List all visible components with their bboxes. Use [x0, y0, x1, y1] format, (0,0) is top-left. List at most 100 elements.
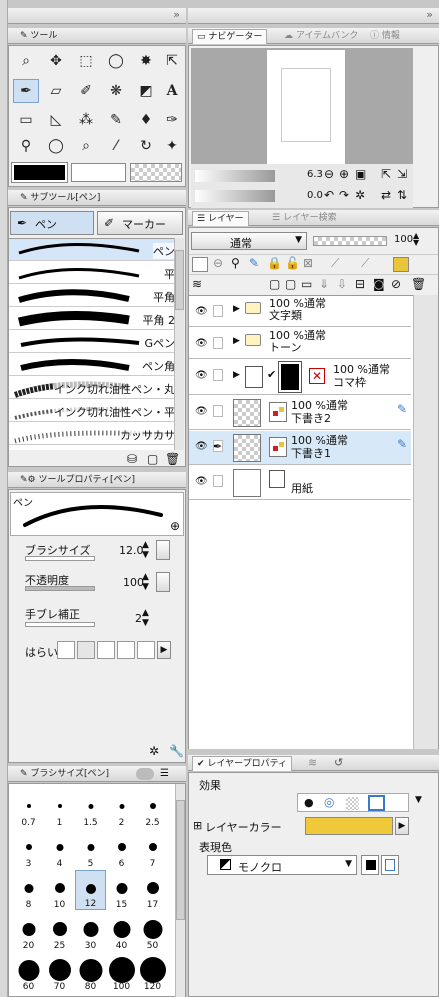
zoom-tool-icon[interactable]: ⌕: [13, 49, 39, 73]
new-subtool-icon[interactable]: ▢: [147, 452, 158, 466]
tab-layer-search[interactable]: ☰ レイヤー検索: [268, 211, 337, 226]
mask-disabled-icon[interactable]: ✕: [309, 368, 325, 384]
layer-opacity-stepper-icon[interactable]: ▲ ▼: [413, 232, 419, 247]
brush-item[interactable]: Gペン: [9, 331, 181, 353]
subtool-group-pen[interactable]: ✒ ペン: [10, 211, 94, 235]
subtool-group-marker[interactable]: ✐ マーカー: [97, 211, 183, 235]
eye-icon[interactable]: 👁: [195, 441, 208, 452]
brush-size-cell[interactable]: 25: [44, 911, 75, 951]
brush-size-cell[interactable]: 40: [106, 911, 137, 951]
shape-tool-icon[interactable]: ⚲: [13, 134, 39, 158]
layer-color-swatch[interactable]: [305, 817, 393, 835]
eye-icon[interactable]: 👁: [195, 370, 208, 381]
speech-balloon-icon[interactable]: ◯: [43, 134, 69, 158]
taper-box-1[interactable]: [57, 641, 75, 659]
stabilization-stepper-icon[interactable]: ▲ ▼: [142, 608, 149, 628]
brush-item[interactable]: インク切れ油性ペン・平: [9, 400, 181, 422]
taper-box-2[interactable]: [77, 641, 95, 659]
taper-box-5[interactable]: [137, 641, 155, 659]
brush-size-cell[interactable]: 3: [13, 829, 44, 869]
expand-triangle-icon[interactable]: ▶: [233, 304, 240, 314]
combine-down-icon[interactable]: ⇩: [337, 277, 347, 291]
brush-size-cell[interactable]: 2.5: [137, 788, 168, 828]
layer-row[interactable]: 👁 ▶ 100 %通常 文字類: [189, 296, 411, 327]
balloon-icon[interactable]: ✎: [103, 108, 129, 132]
brush-tool-icon[interactable]: ✐: [73, 79, 99, 103]
collapse-arrows-icon[interactable]: »: [173, 8, 180, 21]
brush-size-cell[interactable]: 6: [106, 829, 137, 869]
fit-screen-icon[interactable]: ▣: [355, 167, 366, 181]
brush-size-cell[interactable]: 50: [137, 911, 168, 951]
apply-mask-icon[interactable]: ⊘: [391, 277, 401, 291]
clip-lower-icon[interactable]: ⊟: [355, 277, 365, 291]
text-tool-icon[interactable]: A: [159, 79, 185, 103]
brush-size-cell[interactable]: 2: [106, 788, 137, 828]
brush-size-cell[interactable]: 15: [106, 870, 137, 910]
blend-tool-icon[interactable]: ✑: [159, 108, 185, 132]
tab-layer-property[interactable]: ✔ レイヤープロパティ: [192, 756, 293, 771]
brush-size-cell[interactable]: 8: [13, 870, 44, 910]
flip-vertical-icon[interactable]: ⇲: [397, 167, 407, 181]
brush-size-stepper-icon[interactable]: ▲ ▼: [142, 540, 149, 560]
new-folder-icon[interactable]: ▭: [301, 277, 312, 291]
layer-color-icon[interactable]: [393, 257, 409, 272]
brush-size-menu-icon[interactable]: ☰: [160, 768, 169, 779]
fill-tool-icon[interactable]: ♦: [133, 108, 159, 132]
draft-layer-icon[interactable]: ✎: [249, 256, 259, 270]
layer-color-effect-icon[interactable]: [368, 795, 385, 811]
lasso-icon[interactable]: ◯: [103, 49, 129, 73]
layer-check-box[interactable]: [213, 305, 223, 317]
layer-menu-icon[interactable]: ≋: [192, 277, 202, 291]
brush-item[interactable]: カッサカサ: [9, 423, 181, 445]
flip-horizontal-icon[interactable]: ⇱: [381, 167, 391, 181]
rotate-right-icon[interactable]: ↷: [339, 188, 349, 202]
reset-settings-icon[interactable]: ✲: [149, 744, 159, 758]
layer-opacity-slider[interactable]: [313, 236, 387, 246]
layer-color-box[interactable]: [192, 257, 208, 272]
layer-check-box[interactable]: [213, 337, 223, 349]
expression-white-color[interactable]: [381, 855, 399, 875]
tab-item-bank[interactable]: ☁ アイテムバンク: [280, 29, 358, 44]
border-effect-icon[interactable]: ●: [304, 796, 314, 809]
brush-list-scrollbar[interactable]: [174, 238, 184, 450]
brush-size-cell[interactable]: 7: [137, 829, 168, 869]
taper-box-3[interactable]: [97, 641, 115, 659]
layer-row[interactable]: 👁 100 %通常 下書き2 ✎: [189, 396, 411, 430]
main-color-swatch[interactable]: [11, 162, 68, 183]
flip-v-icon[interactable]: ⇅: [397, 188, 407, 202]
brush-size-pressure-button[interactable]: [156, 540, 170, 560]
brush-size-cell[interactable]: 1: [44, 788, 75, 828]
delete-subtool-icon[interactable]: 🗑: [165, 452, 180, 466]
ruler-range-icon[interactable]: ⟋: [361, 256, 369, 271]
brush-size-cell[interactable]: 5: [75, 829, 106, 869]
brush-item[interactable]: ペン: [9, 239, 181, 261]
lock-icon[interactable]: 🔒: [267, 256, 282, 270]
opacity-stepper-icon[interactable]: ▲ ▼: [142, 572, 149, 592]
brush-size-cell[interactable]: 12: [75, 870, 106, 910]
sub-color-swatch[interactable]: [71, 163, 126, 182]
auto-select-icon[interactable]: ✸: [133, 49, 159, 73]
gradient-icon[interactable]: ◩: [133, 79, 159, 103]
decoration-icon[interactable]: ✦: [159, 134, 185, 158]
expand-triangle-icon[interactable]: ▶: [233, 370, 240, 380]
layer-row[interactable]: 👁 ▶ 100 %通常 トーン: [189, 328, 411, 359]
mask-icon[interactable]: ⊠: [303, 256, 313, 270]
extract-line-icon[interactable]: ◎: [324, 795, 334, 809]
tab-tool[interactable]: ✎ ツール: [16, 29, 57, 44]
tab-settings-icon[interactable]: ≋: [308, 756, 317, 769]
brush-item[interactable]: 平: [9, 262, 181, 284]
new-raster-layer-icon[interactable]: ▢: [269, 277, 280, 291]
layer-check-box[interactable]: [213, 405, 223, 417]
navigator-preview[interactable]: [191, 48, 413, 164]
tool-settings-wrench-icon[interactable]: 🔧: [169, 744, 184, 758]
brush-size-cell[interactable]: 4: [44, 829, 75, 869]
new-vector-layer-icon[interactable]: ▢: [285, 277, 296, 291]
layer-opacity-value[interactable]: 100: [394, 234, 413, 245]
brush-item[interactable]: 平角 2: [9, 308, 181, 330]
expand-plus-icon[interactable]: ⊞: [193, 819, 202, 832]
tab-history-icon[interactable]: ↺: [334, 756, 343, 769]
stabilization-value[interactable]: 2: [135, 612, 142, 625]
opacity-pressure-button[interactable]: [156, 572, 170, 592]
opacity-value[interactable]: 100: [123, 576, 144, 589]
subtool-settings-icon[interactable]: ⛁: [127, 452, 137, 466]
